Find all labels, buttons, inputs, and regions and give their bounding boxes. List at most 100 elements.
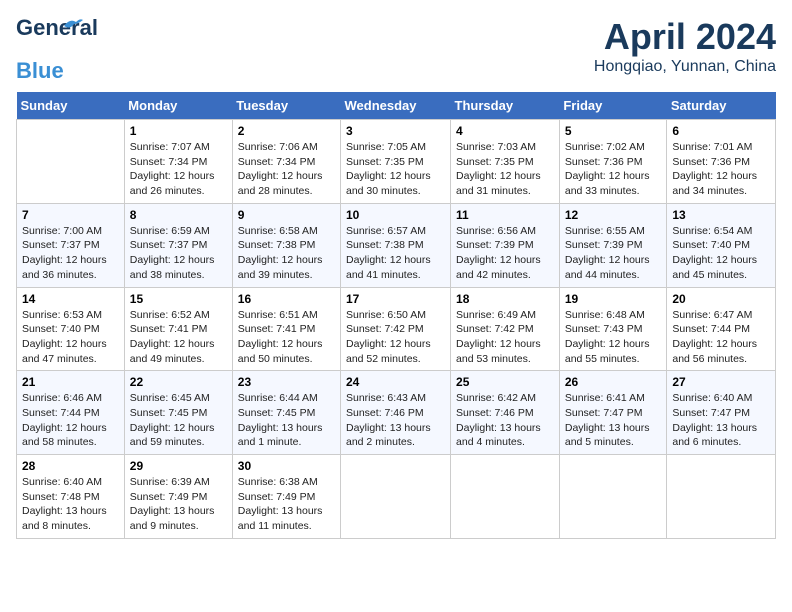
- day-info: Sunrise: 6:56 AM Sunset: 7:39 PM Dayligh…: [456, 224, 554, 283]
- day-number: 6: [672, 124, 770, 138]
- day-number: 27: [672, 375, 770, 389]
- calendar-cell: 15 Sunrise: 6:52 AM Sunset: 7:41 PM Dayli…: [124, 287, 232, 371]
- calendar-cell: 8 Sunrise: 6:59 AM Sunset: 7:37 PM Daylig…: [124, 203, 232, 287]
- day-info: Sunrise: 7:02 AM Sunset: 7:36 PM Dayligh…: [565, 140, 662, 199]
- calendar-header-friday: Friday: [559, 92, 667, 120]
- calendar-cell: 26 Sunrise: 6:41 AM Sunset: 7:47 PM Dayli…: [559, 371, 667, 455]
- calendar-cell: 14Sunrise: 6:53 AM Sunset: 7:40 PM Dayli…: [17, 287, 125, 371]
- calendar-cell: 3 Sunrise: 7:05 AM Sunset: 7:35 PM Daylig…: [341, 120, 451, 204]
- day-info: Sunrise: 6:57 AM Sunset: 7:38 PM Dayligh…: [346, 224, 445, 283]
- day-number: 13: [672, 208, 770, 222]
- calendar-cell: 6Sunrise: 7:01 AM Sunset: 7:36 PM Daylig…: [667, 120, 776, 204]
- calendar-cell: 27Sunrise: 6:40 AM Sunset: 7:47 PM Dayli…: [667, 371, 776, 455]
- day-number: 12: [565, 208, 662, 222]
- logo-blue: Blue: [16, 58, 64, 83]
- day-info: Sunrise: 7:07 AM Sunset: 7:34 PM Dayligh…: [130, 140, 227, 199]
- day-number: 30: [238, 459, 335, 473]
- calendar-cell: 5 Sunrise: 7:02 AM Sunset: 7:36 PM Daylig…: [559, 120, 667, 204]
- day-info: Sunrise: 6:45 AM Sunset: 7:45 PM Dayligh…: [130, 391, 227, 450]
- calendar-cell: 13 Sunrise: 6:54 AM Sunset: 7:40 PM Dayli…: [667, 203, 776, 287]
- day-info: Sunrise: 7:06 AM Sunset: 7:34 PM Dayligh…: [238, 140, 335, 199]
- day-number: 17: [346, 292, 445, 306]
- calendar-header-saturday: Saturday: [667, 92, 776, 120]
- calendar-cell: 9Sunrise: 6:58 AM Sunset: 7:38 PM Daylig…: [232, 203, 340, 287]
- day-info: Sunrise: 6:59 AM Sunset: 7:37 PM Dayligh…: [130, 224, 227, 283]
- day-info: Sunrise: 6:44 AM Sunset: 7:45 PM Dayligh…: [238, 391, 335, 450]
- calendar-cell: [451, 455, 560, 539]
- day-number: 14: [22, 292, 119, 306]
- day-info: Sunrise: 6:54 AM Sunset: 7:40 PM Dayligh…: [672, 224, 770, 283]
- day-info: Sunrise: 6:42 AM Sunset: 7:46 PM Dayligh…: [456, 391, 554, 450]
- calendar-week-row: 7Sunrise: 7:00 AM Sunset: 7:37 PM Daylig…: [17, 203, 776, 287]
- calendar-header-tuesday: Tuesday: [232, 92, 340, 120]
- logo-bird-icon: [62, 16, 84, 34]
- calendar-cell: 19Sunrise: 6:48 AM Sunset: 7:43 PM Dayli…: [559, 287, 667, 371]
- day-info: Sunrise: 6:52 AM Sunset: 7:41 PM Dayligh…: [130, 308, 227, 367]
- calendar-cell: 1Sunrise: 7:07 AM Sunset: 7:34 PM Daylig…: [124, 120, 232, 204]
- month-title: April 2024: [594, 16, 776, 58]
- day-info: Sunrise: 6:43 AM Sunset: 7:46 PM Dayligh…: [346, 391, 445, 450]
- page-header: General Blue April 2024 Hongqiao, Yunnan…: [16, 16, 776, 84]
- day-number: 29: [130, 459, 227, 473]
- calendar-week-row: 14Sunrise: 6:53 AM Sunset: 7:40 PM Dayli…: [17, 287, 776, 371]
- calendar-header-sunday: Sunday: [17, 92, 125, 120]
- day-info: Sunrise: 6:49 AM Sunset: 7:42 PM Dayligh…: [456, 308, 554, 367]
- day-info: Sunrise: 6:39 AM Sunset: 7:49 PM Dayligh…: [130, 475, 227, 534]
- logo-general: General: [16, 15, 98, 40]
- calendar-cell: 18Sunrise: 6:49 AM Sunset: 7:42 PM Dayli…: [451, 287, 560, 371]
- calendar-cell: [559, 455, 667, 539]
- day-number: 22: [130, 375, 227, 389]
- calendar-week-row: 1Sunrise: 7:07 AM Sunset: 7:34 PM Daylig…: [17, 120, 776, 204]
- day-info: Sunrise: 6:48 AM Sunset: 7:43 PM Dayligh…: [565, 308, 662, 367]
- calendar-table: SundayMondayTuesdayWednesdayThursdayFrid…: [16, 92, 776, 539]
- calendar-cell: 11 Sunrise: 6:56 AM Sunset: 7:39 PM Dayli…: [451, 203, 560, 287]
- day-number: 10: [346, 208, 445, 222]
- location: Hongqiao, Yunnan, China: [594, 58, 776, 76]
- day-number: 20: [672, 292, 770, 306]
- calendar-cell: 12Sunrise: 6:55 AM Sunset: 7:39 PM Dayli…: [559, 203, 667, 287]
- day-number: 15: [130, 292, 227, 306]
- calendar-header-thursday: Thursday: [451, 92, 560, 120]
- day-number: 23: [238, 375, 335, 389]
- day-info: Sunrise: 7:03 AM Sunset: 7:35 PM Dayligh…: [456, 140, 554, 199]
- calendar-cell: 29 Sunrise: 6:39 AM Sunset: 7:49 PM Dayli…: [124, 455, 232, 539]
- calendar-week-row: 28Sunrise: 6:40 AM Sunset: 7:48 PM Dayli…: [17, 455, 776, 539]
- day-number: 21: [22, 375, 119, 389]
- calendar-header-wednesday: Wednesday: [341, 92, 451, 120]
- calendar-cell: [17, 120, 125, 204]
- calendar-cell: 16 Sunrise: 6:51 AM Sunset: 7:41 PM Dayli…: [232, 287, 340, 371]
- day-number: 28: [22, 459, 119, 473]
- day-number: 5: [565, 124, 662, 138]
- calendar-cell: 22 Sunrise: 6:45 AM Sunset: 7:45 PM Dayli…: [124, 371, 232, 455]
- calendar-cell: 21Sunrise: 6:46 AM Sunset: 7:44 PM Dayli…: [17, 371, 125, 455]
- calendar-cell: 20 Sunrise: 6:47 AM Sunset: 7:44 PM Dayli…: [667, 287, 776, 371]
- calendar-cell: 25 Sunrise: 6:42 AM Sunset: 7:46 PM Dayli…: [451, 371, 560, 455]
- calendar-cell: 2 Sunrise: 7:06 AM Sunset: 7:34 PM Daylig…: [232, 120, 340, 204]
- day-number: 3: [346, 124, 445, 138]
- day-number: 2: [238, 124, 335, 138]
- day-info: Sunrise: 6:41 AM Sunset: 7:47 PM Dayligh…: [565, 391, 662, 450]
- calendar-cell: [667, 455, 776, 539]
- calendar-cell: [341, 455, 451, 539]
- day-number: 26: [565, 375, 662, 389]
- calendar-cell: 30 Sunrise: 6:38 AM Sunset: 7:49 PM Dayli…: [232, 455, 340, 539]
- day-info: Sunrise: 7:05 AM Sunset: 7:35 PM Dayligh…: [346, 140, 445, 199]
- calendar-cell: 17 Sunrise: 6:50 AM Sunset: 7:42 PM Dayli…: [341, 287, 451, 371]
- day-number: 16: [238, 292, 335, 306]
- calendar-cell: 23 Sunrise: 6:44 AM Sunset: 7:45 PM Dayli…: [232, 371, 340, 455]
- day-info: Sunrise: 6:38 AM Sunset: 7:49 PM Dayligh…: [238, 475, 335, 534]
- day-info: Sunrise: 6:51 AM Sunset: 7:41 PM Dayligh…: [238, 308, 335, 367]
- calendar-header-row: SundayMondayTuesdayWednesdayThursdayFrid…: [17, 92, 776, 120]
- calendar-week-row: 21Sunrise: 6:46 AM Sunset: 7:44 PM Dayli…: [17, 371, 776, 455]
- day-number: 9: [238, 208, 335, 222]
- title-block: April 2024 Hongqiao, Yunnan, China: [594, 16, 776, 76]
- day-number: 4: [456, 124, 554, 138]
- day-number: 25: [456, 375, 554, 389]
- calendar-cell: 28Sunrise: 6:40 AM Sunset: 7:48 PM Dayli…: [17, 455, 125, 539]
- day-number: 8: [130, 208, 227, 222]
- calendar-header-monday: Monday: [124, 92, 232, 120]
- day-number: 11: [456, 208, 554, 222]
- day-info: Sunrise: 6:50 AM Sunset: 7:42 PM Dayligh…: [346, 308, 445, 367]
- day-info: Sunrise: 7:00 AM Sunset: 7:37 PM Dayligh…: [22, 224, 119, 283]
- day-info: Sunrise: 6:47 AM Sunset: 7:44 PM Dayligh…: [672, 308, 770, 367]
